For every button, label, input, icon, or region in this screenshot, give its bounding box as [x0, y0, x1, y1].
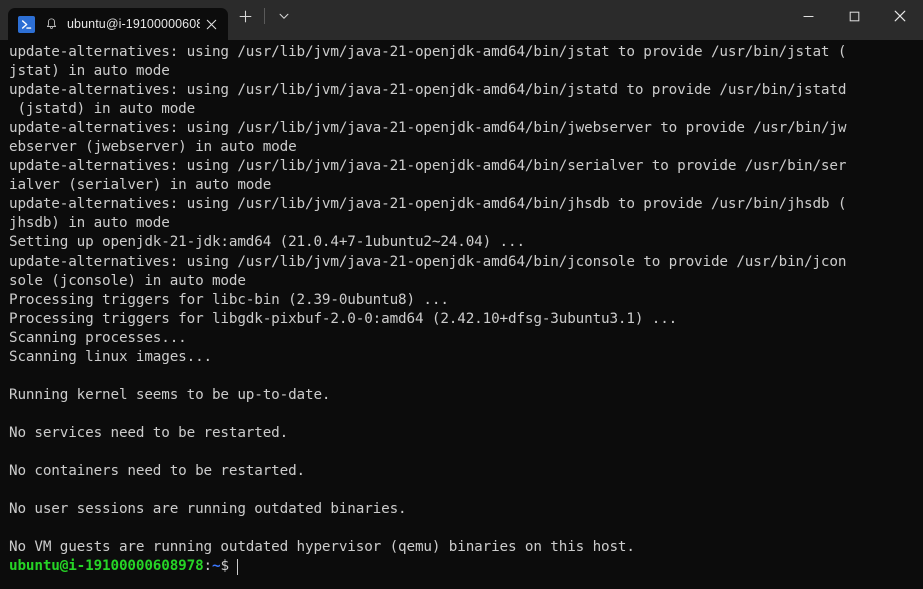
terminal-line: update-alternatives: using /usr/lib/jvm/…: [9, 253, 847, 270]
tab-actions: [228, 0, 301, 40]
title-bar: ubuntu@i-191000006089 7: [0, 0, 923, 40]
text-cursor: [236, 558, 239, 575]
close-button[interactable]: [877, 0, 923, 32]
terminal-line: No containers need to be restarted.: [9, 463, 306, 480]
terminal-line: No VM guests are running outdated hyperv…: [9, 539, 635, 556]
terminal-line: No user sessions are running outdated bi…: [9, 501, 407, 518]
powershell-prompt-icon: [18, 15, 35, 33]
terminal-line: update-alternatives: using /usr/lib/jvm/…: [9, 196, 847, 213]
prompt-path: ~: [212, 558, 221, 575]
terminal-line: jstat) in auto mode: [9, 63, 170, 80]
tab-title: ubuntu@i-191000006089 7: [67, 17, 200, 31]
terminal-line: jhsdb) in auto mode: [9, 215, 170, 232]
toolbar-divider: [264, 8, 265, 24]
terminal-line: ebserver (jwebserver) in auto mode: [9, 139, 297, 156]
terminal-line: ialver (serialver) in auto mode: [9, 177, 272, 194]
window-controls: [785, 0, 923, 40]
bell-icon: [44, 17, 59, 32]
terminal-tab[interactable]: ubuntu@i-191000006089 7: [8, 8, 228, 40]
minimize-button[interactable]: [785, 0, 831, 32]
terminal-line: update-alternatives: using /usr/lib/jvm/…: [9, 158, 847, 175]
terminal-window: ubuntu@i-191000006089 7: [0, 0, 923, 589]
terminal-line: update-alternatives: using /usr/lib/jvm/…: [9, 44, 847, 60]
tab-strip: ubuntu@i-191000006089 7: [0, 0, 301, 40]
new-tab-button[interactable]: [228, 2, 262, 30]
terminal-line: Running kernel seems to be up-to-date.: [9, 386, 331, 403]
prompt-colon: :: [203, 558, 213, 575]
prompt-user-host: ubuntu@i-19100000608978: [9, 558, 204, 575]
terminal-line: update-alternatives: using /usr/lib/jvm/…: [9, 82, 847, 99]
shell-prompt: ubuntu@i-19100000608978 : ~ $: [9, 557, 923, 576]
terminal-line: sole (jconsole) in auto mode: [9, 272, 246, 289]
output-lines: update-alternatives: using /usr/lib/jvm/…: [9, 43, 923, 557]
terminal-line: Scanning linux images...: [9, 348, 212, 365]
maximize-button[interactable]: [831, 0, 877, 32]
prompt-sigil: $: [220, 558, 229, 575]
terminal-line: Processing triggers for libc-bin (2.39-0…: [9, 291, 449, 308]
terminal-line: Processing triggers for libgdk-pixbuf-2.…: [9, 310, 678, 327]
chevron-down-icon[interactable]: [267, 2, 301, 30]
terminal-line: Setting up openjdk-21-jdk:amd64 (21.0.4+…: [9, 234, 525, 251]
terminal-line: (jstatd) in auto mode: [9, 101, 196, 118]
terminal-line: update-alternatives: using /usr/lib/jvm/…: [9, 120, 847, 137]
terminal-line: Scanning processes...: [9, 329, 187, 346]
terminal-output[interactable]: update-alternatives: using /usr/lib/jvm/…: [0, 40, 923, 589]
tab-close-icon[interactable]: [200, 13, 222, 35]
terminal-line: No services need to be restarted.: [9, 424, 289, 441]
